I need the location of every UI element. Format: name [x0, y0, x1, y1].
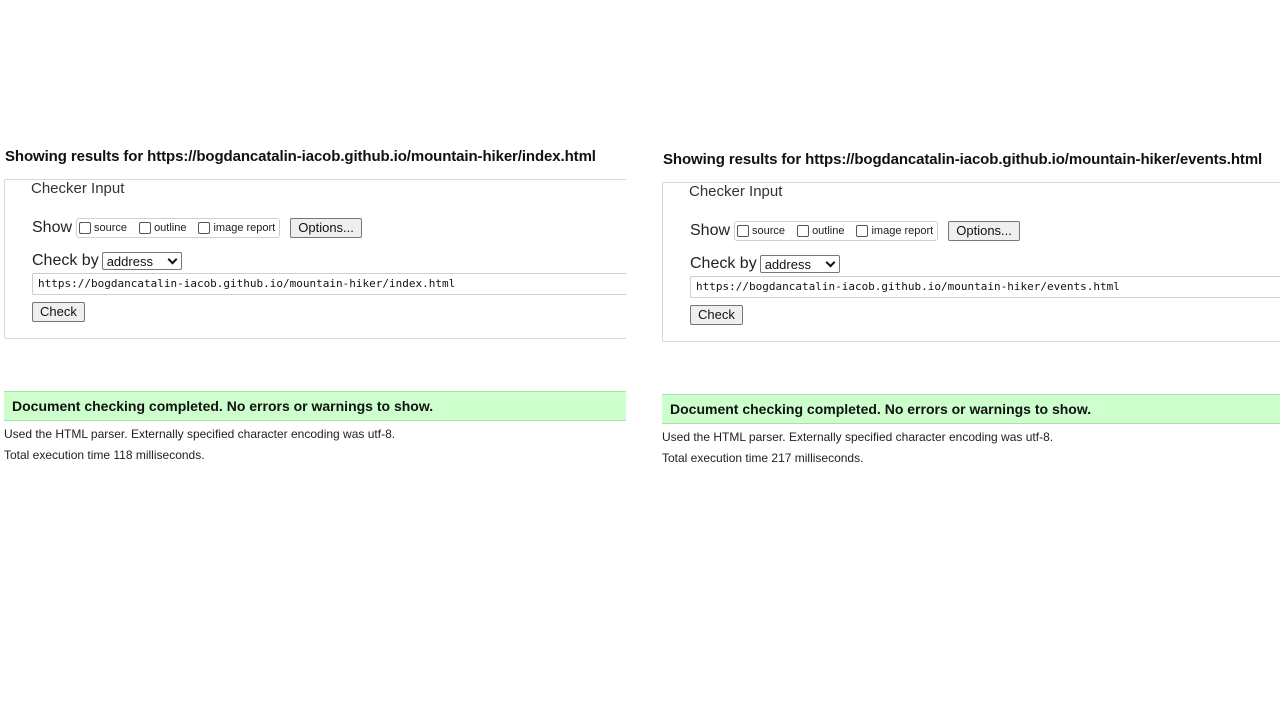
outline-checkbox[interactable]	[139, 222, 152, 234]
results-heading: Showing results for https://bogdancatali…	[5, 148, 596, 165]
show-label: Show	[32, 219, 73, 236]
results-panel-events: Showing results for https://bogdancatali…	[658, 151, 1280, 481]
results-panel-index: Showing results for https://bogdancatali…	[0, 148, 626, 478]
image-report-checkbox[interactable]	[198, 222, 211, 234]
check-by-label: Check by	[690, 255, 757, 272]
image-report-checkbox-label: image report	[871, 225, 934, 237]
show-image-report-option[interactable]: image report	[198, 222, 275, 234]
parser-info: Used the HTML parser. Externally specifi…	[662, 430, 1054, 444]
image-report-checkbox-label: image report	[213, 222, 276, 234]
show-image-report-option[interactable]: image report	[856, 225, 933, 237]
chevron-down-icon	[825, 257, 836, 268]
show-row: Show source outline image report Options…	[32, 217, 362, 239]
check-by-selected-value: address	[106, 253, 153, 269]
show-outline-option[interactable]: outline	[139, 222, 186, 234]
check-by-label: Check by	[32, 252, 99, 269]
source-checkbox-label: source	[752, 225, 786, 237]
check-by-select[interactable]: address	[759, 255, 840, 273]
checker-input-fieldset: Checker Input Show source outline image …	[4, 179, 626, 339]
check-by-selected-value: address	[764, 256, 811, 272]
outline-checkbox[interactable]	[797, 225, 810, 237]
check-by-select[interactable]: address	[101, 252, 182, 270]
show-row: Show source outline image report Options…	[690, 220, 1020, 242]
check-button[interactable]: Check	[32, 302, 85, 322]
show-options-group: source outline image report	[76, 218, 281, 238]
options-button[interactable]: Options...	[948, 221, 1020, 241]
success-status-message: Document checking completed. No errors o…	[662, 394, 1280, 424]
options-button[interactable]: Options...	[290, 218, 362, 238]
source-checkbox-label: source	[94, 222, 128, 234]
success-status-message: Document checking completed. No errors o…	[4, 391, 626, 421]
source-checkbox[interactable]	[737, 225, 750, 237]
check-button[interactable]: Check	[690, 305, 743, 325]
check-by-row: Check by address	[690, 253, 840, 275]
results-heading: Showing results for https://bogdancatali…	[663, 151, 1263, 168]
outline-checkbox-label: outline	[154, 222, 187, 234]
check-button-wrapper: Check	[32, 302, 85, 322]
execution-time: Total execution time 118 milliseconds.	[4, 448, 205, 462]
execution-time: Total execution time 217 milliseconds.	[662, 451, 864, 465]
show-outline-option[interactable]: outline	[797, 225, 844, 237]
image-report-checkbox[interactable]	[856, 225, 869, 237]
parser-info: Used the HTML parser. Externally specifi…	[4, 427, 396, 441]
source-checkbox[interactable]	[79, 222, 92, 234]
show-label: Show	[690, 222, 731, 239]
url-input[interactable]: https://bogdancatalin-iacob.github.io/mo…	[32, 273, 626, 295]
checker-input-legend: Checker Input	[28, 180, 128, 197]
url-input[interactable]: https://bogdancatalin-iacob.github.io/mo…	[690, 276, 1280, 298]
show-source-option[interactable]: source	[737, 225, 785, 237]
outline-checkbox-label: outline	[812, 225, 845, 237]
check-by-row: Check by address	[32, 250, 182, 272]
show-options-group: source outline image report	[734, 221, 939, 241]
checker-input-legend: Checker Input	[686, 183, 786, 200]
checker-input-fieldset: Checker Input Show source outline image …	[662, 182, 1280, 342]
chevron-down-icon	[167, 254, 178, 265]
check-button-wrapper: Check	[690, 305, 743, 325]
show-source-option[interactable]: source	[79, 222, 127, 234]
